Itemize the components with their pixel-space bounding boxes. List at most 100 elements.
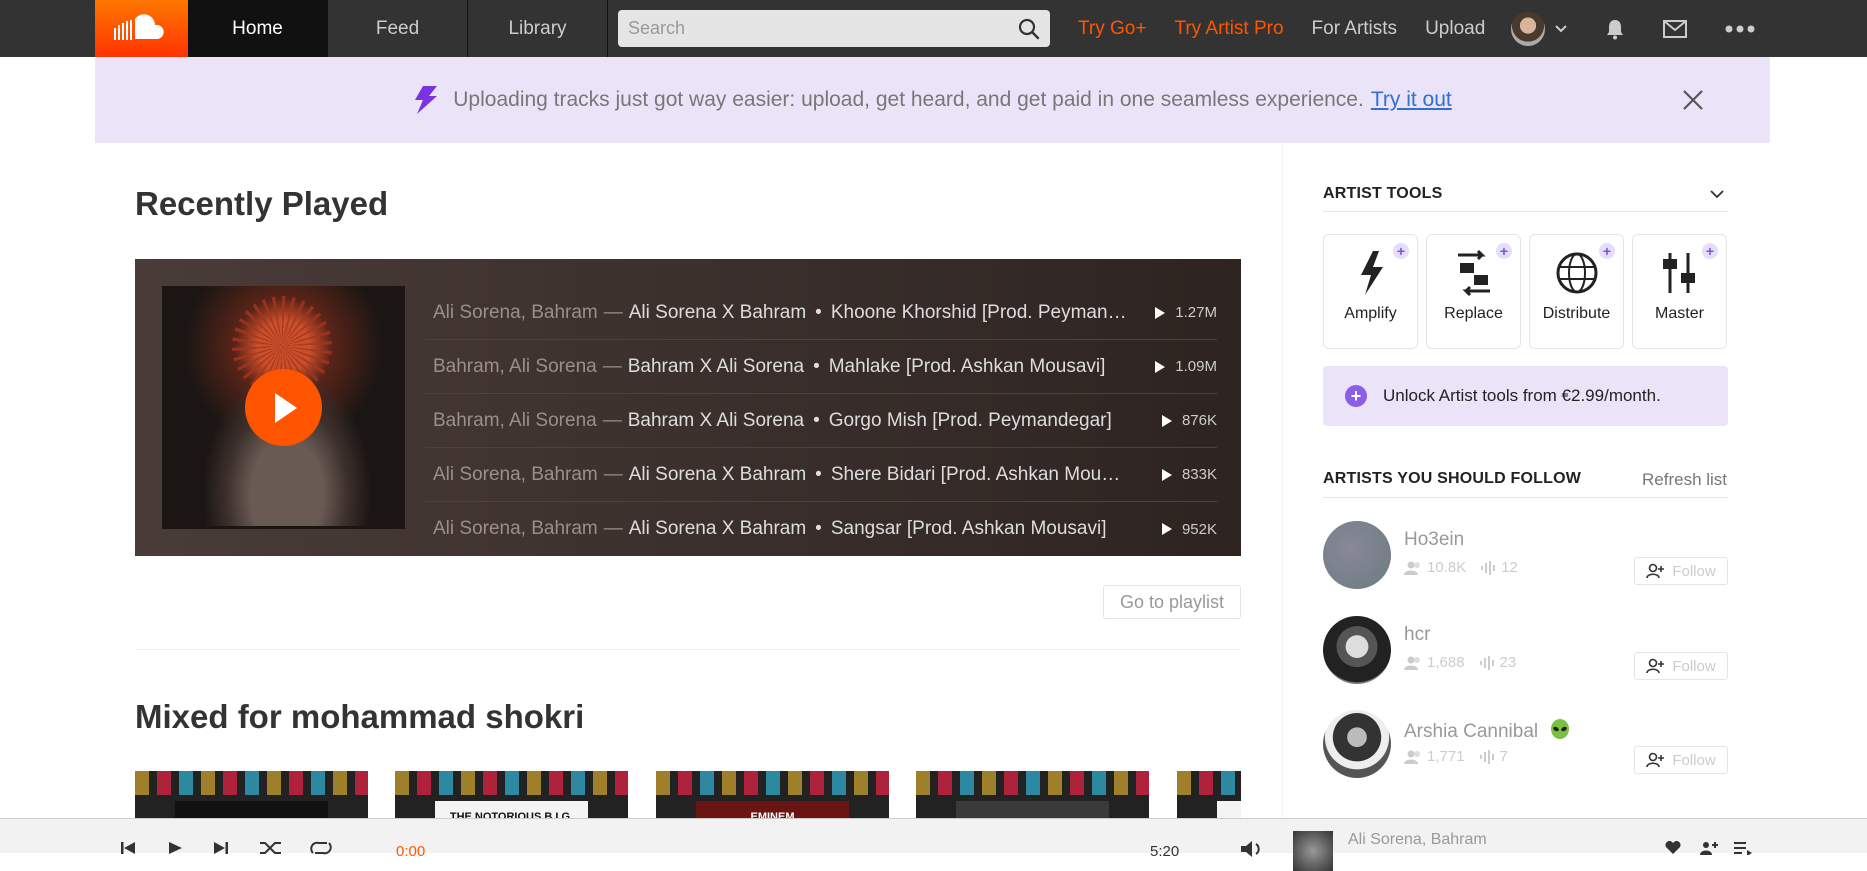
dot-separator: • — [815, 463, 822, 485]
followers-icon — [1404, 656, 1420, 670]
try-go-link[interactable]: Try Go+ — [1078, 18, 1146, 40]
unlock-artist-tools[interactable]: + Unlock Artist tools from €2.99/month. — [1323, 366, 1728, 426]
play-count-icon — [1161, 523, 1172, 535]
notifications-button[interactable] — [1605, 18, 1625, 40]
track-artist: Ali Sorena, Bahram — [433, 518, 598, 539]
artist-name[interactable]: Arshia Cannibal — [1404, 718, 1571, 743]
track-row[interactable]: Ali Sorena, Bahram — Ali Sorena X Bahram… — [425, 448, 1217, 502]
messages-button[interactable] — [1663, 19, 1688, 38]
track-artist: Bahram, Ali Sorena — [433, 409, 597, 431]
tool-label: Master — [1655, 305, 1704, 322]
track-owner[interactable]: Bahram X Ali Sorena — [628, 410, 804, 432]
master-icon — [1662, 253, 1695, 293]
add-icon: + — [1393, 243, 1409, 259]
search-input[interactable] — [618, 10, 1050, 47]
track-title[interactable]: Gorgo Mish [Prod. Peymandegar] — [829, 410, 1129, 432]
tool-amplify[interactable]: + Amplify — [1323, 234, 1418, 349]
artist-avatar[interactable] — [1323, 710, 1391, 778]
track-row[interactable]: Ali Sorena, Bahram — Ali Sorena X Bahram… — [425, 286, 1217, 340]
follow-button[interactable]: Follow — [1634, 746, 1728, 774]
followers-count: 1,688 — [1427, 654, 1465, 671]
track-title[interactable]: Shere Bidari [Prod. Ashkan Mousavi] — [831, 464, 1129, 486]
play-count-icon — [1161, 414, 1172, 427]
add-user-icon — [1646, 563, 1665, 579]
tracks-count: 7 — [1499, 748, 1508, 765]
artist-stats: 1,688 23 — [1404, 654, 1530, 671]
search-box — [618, 10, 1050, 47]
track-title[interactable]: Sangsar [Prod. Ashkan Mousavi] — [831, 518, 1129, 540]
play-count-value: 1.09M — [1175, 358, 1217, 375]
more-button[interactable] — [1725, 25, 1755, 33]
try-artist-pro-link[interactable]: Try Artist Pro — [1174, 18, 1283, 40]
separator: — — [603, 301, 623, 323]
followers-icon — [1404, 561, 1420, 575]
artist-name[interactable]: Ho3ein — [1404, 529, 1464, 551]
play-button[interactable] — [245, 369, 322, 446]
track-title[interactable]: Khoone Khorshid [Prod. Peymandegar] — [831, 302, 1129, 324]
artist-name[interactable]: hcr — [1404, 624, 1430, 646]
track-duration: 5:20 — [1150, 843, 1180, 860]
track-title[interactable]: Mahlake [Prod. Ashkan Mousavi] — [829, 356, 1129, 378]
play-icon — [274, 392, 297, 423]
track-list: Ali Sorena, Bahram — Ali Sorena X Bahram… — [425, 286, 1217, 556]
tab-feed[interactable]: Feed — [328, 0, 468, 57]
tool-master[interactable]: + Master — [1632, 234, 1727, 349]
track-owner[interactable]: Ali Sorena X Bahram — [629, 302, 806, 324]
follow-label: Follow — [1672, 562, 1716, 580]
play-count-icon — [1155, 306, 1166, 319]
for-artists-link[interactable]: For Artists — [1312, 18, 1398, 40]
now-playing-artist[interactable]: Ali Sorena, Bahram — [1348, 831, 1487, 849]
tab-home[interactable]: Home — [188, 0, 328, 57]
track-row[interactable]: Bahram, Ali Sorena — Bahram X Ali Sorena… — [425, 394, 1217, 448]
playlist-artwork — [162, 286, 405, 529]
track-row[interactable]: Ali Sorena, Bahram — Ali Sorena X Bahram… — [425, 502, 1217, 556]
track-owner[interactable]: Ali Sorena X Bahram — [629, 464, 806, 486]
volume-icon[interactable] — [1240, 841, 1264, 857]
add-icon: + — [1496, 243, 1512, 259]
more-dots-icon — [1725, 25, 1755, 32]
dot-separator: • — [815, 518, 822, 539]
artist-avatar[interactable] — [1323, 616, 1391, 684]
upload-link[interactable]: Upload — [1425, 18, 1485, 40]
artist-avatar[interactable] — [1323, 521, 1391, 589]
search-icon[interactable] — [1018, 18, 1040, 40]
artist-tools-heading: ARTIST TOOLS — [1323, 185, 1443, 202]
mail-icon — [1663, 19, 1688, 38]
follow-button[interactable]: Follow — [1634, 652, 1728, 680]
close-icon[interactable] — [1682, 89, 1704, 111]
refresh-list-button[interactable]: Refresh list — [1642, 470, 1727, 490]
avatar — [1511, 11, 1546, 46]
chevron-down-icon[interactable] — [1710, 190, 1724, 199]
tool-replace[interactable]: + Replace — [1426, 234, 1521, 349]
separator: — — [603, 518, 623, 539]
soundcloud-logo[interactable] — [95, 0, 188, 57]
go-to-playlist-button[interactable]: Go to playlist — [1103, 585, 1241, 619]
tool-distribute[interactable]: + Distribute — [1529, 234, 1624, 349]
now-playing-artwork[interactable] — [1293, 831, 1333, 871]
soundcloud-logo-icon — [113, 13, 164, 40]
play-count-value: 833K — [1181, 466, 1217, 483]
user-menu[interactable] — [1511, 11, 1567, 46]
player-bar: 0:00 5:20 Ali Sorena, Bahram — [0, 818, 1867, 871]
followers-count: 1,771 — [1427, 748, 1465, 765]
play-count-value: 876K — [1181, 412, 1217, 429]
tab-library[interactable]: Library — [468, 0, 608, 57]
artist-suggestion: hcr 1,688 23 Follow — [1323, 616, 1728, 684]
follow-button[interactable]: Follow — [1634, 557, 1728, 585]
separator: — — [602, 409, 622, 431]
try-it-out-link[interactable]: Try it out — [1371, 88, 1452, 112]
amplify-icon — [1360, 251, 1383, 295]
play-count: 833K — [1143, 466, 1217, 483]
banner-text: Uploading tracks just got way easier: up… — [453, 88, 1364, 111]
play-count-value: 1.27M — [1175, 304, 1217, 321]
play-count: 876K — [1143, 412, 1217, 429]
add-user-icon — [1646, 658, 1665, 674]
track-owner[interactable]: Bahram X Ali Sorena — [628, 356, 804, 378]
artist-stats: 1,771 7 — [1404, 748, 1522, 765]
track-row[interactable]: Bahram, Ali Sorena — Bahram X Ali Sorena… — [425, 340, 1217, 394]
tracks-icon — [1481, 560, 1496, 575]
play-count-value: 952K — [1181, 520, 1217, 538]
tool-label: Replace — [1444, 305, 1503, 322]
tool-label: Amplify — [1344, 305, 1397, 322]
track-owner[interactable]: Ali Sorena X Bahram — [629, 518, 806, 540]
